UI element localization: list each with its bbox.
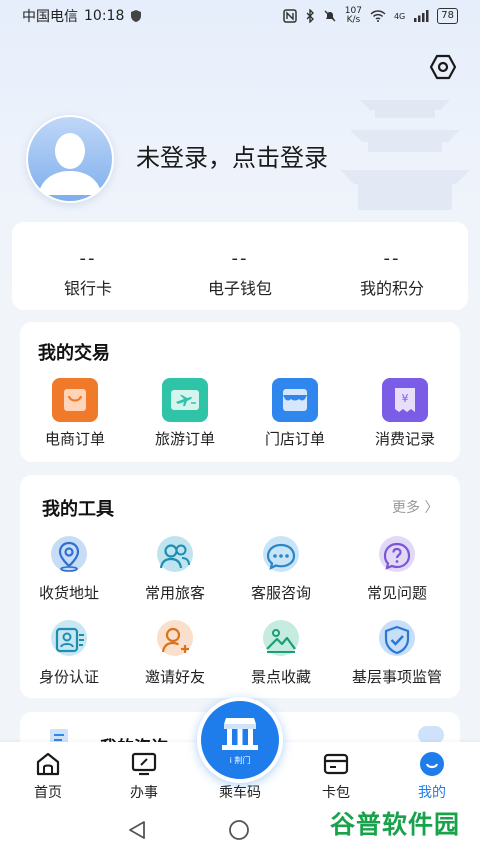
- travel-orders-label: 旅游订单: [154, 430, 215, 448]
- scenic-favorites-label: 景点收藏: [250, 668, 311, 686]
- scenic-icon: [259, 620, 303, 660]
- network-speed: 107 K/s: [344, 6, 362, 25]
- account-stats-card: -- 银行卡 -- 电子钱包 -- 我的积分: [12, 222, 468, 310]
- customer-service-item[interactable]: 客服咨询: [226, 536, 336, 603]
- customer-service-label: 客服咨询: [250, 584, 311, 602]
- consumption-records-label: 消费记录: [374, 430, 435, 448]
- bank-card-value: --: [79, 248, 97, 269]
- transactions-title: 我的交易: [38, 343, 110, 364]
- profile-icon: [420, 752, 444, 776]
- travelers-icon: [153, 536, 197, 576]
- nav-ride-code-label: 乘车码: [219, 785, 261, 801]
- bank-card-label: 银行卡: [63, 279, 112, 298]
- login-prompt[interactable]: 未登录，点击登录: [136, 138, 328, 173]
- svg-text:¥: ¥: [402, 392, 409, 405]
- wifi-icon: [370, 10, 386, 22]
- back-icon[interactable]: [126, 819, 148, 841]
- frequent-travelers-label: 常用旅客: [144, 584, 205, 602]
- receipt-icon: ¥: [382, 378, 428, 422]
- identity-verification-label: 身份认证: [38, 668, 99, 686]
- clock: 10:18: [84, 8, 125, 24]
- bluetooth-icon: [306, 9, 314, 23]
- shield-check-icon: [375, 620, 419, 660]
- home-circle-icon[interactable]: [228, 819, 250, 841]
- shipping-address-label: 收货地址: [38, 584, 99, 602]
- network-type: 4G: [393, 11, 406, 21]
- store-orders-label: 门店订单: [264, 430, 325, 448]
- default-avatar-icon: [28, 117, 112, 201]
- carrier-name: 中国电信: [22, 9, 78, 25]
- bank-card-stat[interactable]: -- 银行卡: [12, 222, 164, 310]
- grassroots-supervision-item[interactable]: 基层事项监管: [342, 620, 452, 687]
- chevron-right-icon: 〉: [424, 500, 439, 516]
- more-tools-link[interactable]: 更多 〉: [392, 497, 438, 517]
- monitor-icon: [131, 752, 157, 776]
- store-orders-item[interactable]: 门店订单: [240, 378, 350, 449]
- ecommerce-orders-label: 电商订单: [44, 430, 105, 448]
- nav-profile-label: 我的: [418, 785, 446, 801]
- watermark-logo: 谷普软件园: [330, 810, 461, 839]
- mute-bell-icon: [324, 10, 336, 22]
- invite-friends-label: 邀请好友: [144, 668, 205, 686]
- nav-home-label: 首页: [34, 785, 62, 801]
- avatar[interactable]: [26, 115, 114, 203]
- ecommerce-orders-item[interactable]: 电商订单: [20, 378, 130, 449]
- home-icon: [36, 752, 60, 776]
- qr-badge-text: i 荆门: [229, 756, 251, 765]
- plane-ticket-icon: [162, 378, 208, 422]
- chat-icon: [259, 536, 303, 576]
- invite-friends-item[interactable]: 邀请好友: [120, 620, 230, 687]
- nav-services[interactable]: 办事: [104, 750, 184, 802]
- travel-orders-item[interactable]: 旅游订单: [130, 378, 240, 449]
- gear-icon: [429, 54, 457, 80]
- e-wallet-value: --: [231, 248, 249, 269]
- nav-card-wallet[interactable]: 卡包: [296, 750, 376, 802]
- nav-card-wallet-label: 卡包: [322, 785, 350, 801]
- store-icon: [272, 378, 318, 422]
- tools-title: 我的工具: [42, 499, 114, 520]
- points-stat[interactable]: -- 我的积分: [316, 222, 468, 310]
- question-icon: [375, 536, 419, 576]
- nav-profile[interactable]: 我的: [392, 750, 472, 802]
- qr-bus-icon: [222, 718, 258, 750]
- card-icon: [323, 753, 349, 775]
- status-bar: 中国电信 10:18 107 K/s 4G 78: [0, 0, 480, 32]
- ride-code-button[interactable]: i 荆门: [197, 697, 283, 783]
- e-wallet-label: 电子钱包: [207, 279, 272, 298]
- nav-home[interactable]: 首页: [8, 750, 88, 802]
- consumption-records-item[interactable]: ¥ 消费记录: [350, 378, 460, 449]
- shield-status-icon: [131, 10, 142, 22]
- points-value: --: [383, 248, 401, 269]
- nav-services-label: 办事: [130, 785, 158, 801]
- faq-label: 常见问题: [366, 584, 427, 602]
- nfc-icon: [283, 9, 297, 23]
- id-card-icon: [47, 620, 91, 660]
- battery-indicator: 78: [437, 8, 458, 24]
- signal-icon: [414, 10, 429, 22]
- e-wallet-stat[interactable]: -- 电子钱包: [164, 222, 316, 310]
- settings-button[interactable]: [428, 52, 458, 82]
- pavilion-decoration: [340, 100, 470, 210]
- identity-verification-item[interactable]: 身份认证: [14, 620, 124, 687]
- points-label: 我的积分: [359, 279, 424, 298]
- scenic-favorites-item[interactable]: 景点收藏: [226, 620, 336, 687]
- shopping-bag-icon: [52, 378, 98, 422]
- grassroots-supervision-label: 基层事项监管: [351, 668, 442, 686]
- more-label: 更多: [392, 500, 420, 516]
- location-icon: [47, 536, 91, 576]
- invite-friend-icon: [153, 620, 197, 660]
- faq-item[interactable]: 常见问题: [342, 536, 452, 603]
- shipping-address-item[interactable]: 收货地址: [14, 536, 124, 603]
- frequent-travelers-item[interactable]: 常用旅客: [120, 536, 230, 603]
